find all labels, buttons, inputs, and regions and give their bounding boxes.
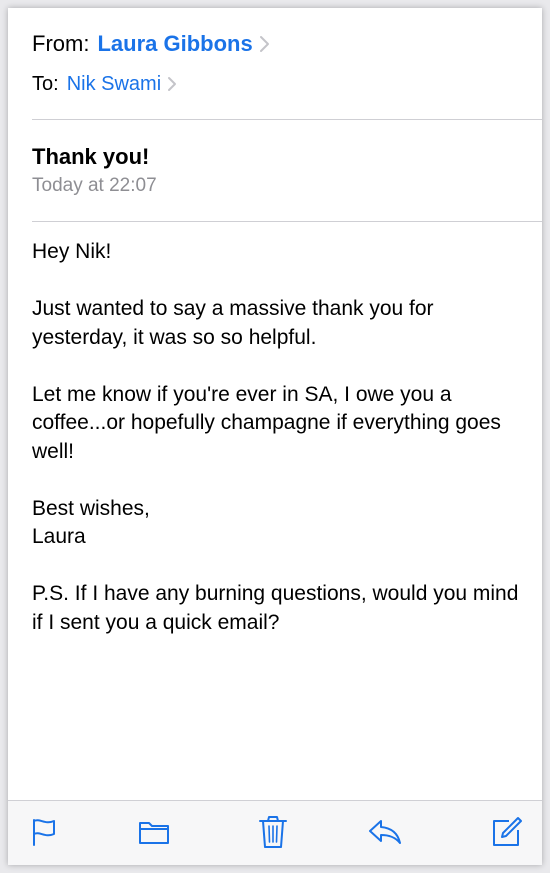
sender-name-link[interactable]: Laura Gibbons [97, 31, 252, 57]
to-row: To: Nik Swami [32, 70, 177, 98]
body-paragraph: Just wanted to say a massive thank you f… [32, 297, 434, 349]
signoff-text: Best wishes, [32, 496, 150, 520]
bottom-toolbar [8, 800, 542, 865]
flag-icon [30, 817, 58, 847]
reply-button[interactable] [368, 815, 402, 849]
mail-message-view: From: Laura Gibbons To: Nik Swami Thank … [8, 8, 542, 865]
from-row: From: Laura Gibbons [32, 28, 270, 60]
reply-icon [367, 818, 403, 846]
subject-divider [32, 221, 542, 222]
trash-icon [258, 815, 288, 849]
postscript-text: P.S. If I have any burning questions, wo… [32, 582, 519, 634]
message-subject: Thank you! [32, 144, 150, 169]
from-label: From: [32, 31, 90, 56]
flag-button[interactable] [27, 815, 61, 849]
trash-button[interactable] [256, 815, 290, 849]
signature-text: Laura [32, 525, 86, 548]
body-paragraph: Let me know if you're ever in SA, I owe … [32, 382, 501, 463]
recipient-name-link[interactable]: Nik Swami [67, 73, 161, 96]
compose-icon [491, 816, 523, 848]
message-body: Hey Nik! Just wanted to say a massive th… [32, 238, 522, 666]
chevron-right-icon[interactable] [167, 76, 177, 92]
header-divider [32, 119, 542, 120]
move-to-folder-button[interactable] [137, 815, 171, 849]
chevron-right-icon[interactable] [259, 35, 270, 53]
greeting-text: Hey Nik! [32, 240, 112, 263]
folder-icon [138, 819, 170, 845]
message-date: Today at 22:07 [32, 175, 157, 196]
to-label: To: [32, 72, 59, 95]
compose-button[interactable] [490, 815, 524, 849]
